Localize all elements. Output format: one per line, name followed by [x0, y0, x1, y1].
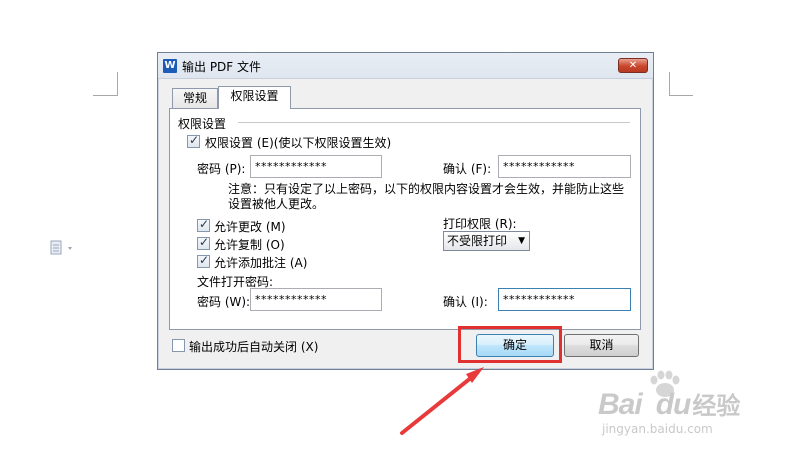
watermark-cn: 经验: [692, 392, 741, 420]
tab-permissions[interactable]: 权限设置: [218, 86, 291, 109]
baidu-jingyan-watermark: Bai du经验 jingyan.baidu.com: [598, 386, 741, 436]
watermark-url: jingyan.baidu.com: [602, 422, 713, 436]
watermark-brand-2: du: [655, 388, 692, 421]
watermark-brand: Bai: [598, 388, 643, 421]
